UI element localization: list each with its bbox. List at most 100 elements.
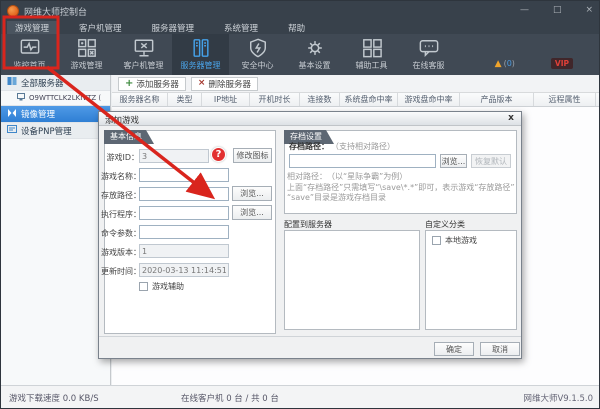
cancel-button[interactable]: 取消 xyxy=(480,342,520,356)
aux-tools-icon xyxy=(361,38,383,58)
sidebar-item-label: 镜像管理 xyxy=(21,108,55,120)
online-clients: 在线客户机 0 台 / 共 0 台 xyxy=(181,392,279,404)
menu-help[interactable]: 帮助 xyxy=(280,21,313,35)
cmd-params-label: 命令参数： xyxy=(101,228,139,239)
server-actionbar: + 添加服务器 × 删除服务器 xyxy=(112,75,599,93)
tool-game-management[interactable]: 游戏管理 xyxy=(58,34,115,75)
tool-client-management[interactable]: 客户机管理 xyxy=(115,34,172,75)
tool-label: 监控首页 xyxy=(14,60,46,71)
archive-browse-button[interactable]: 浏览... xyxy=(440,154,467,168)
relative-path-label: 相对路径： xyxy=(287,171,327,182)
warning-close: ) xyxy=(512,59,515,68)
col-uptime[interactable]: 开机时长 xyxy=(250,93,300,106)
checkbox-icon xyxy=(432,236,441,245)
col-server-name[interactable]: 服务器名称 xyxy=(112,93,168,106)
tool-online-service[interactable]: 在线客服 xyxy=(400,34,457,75)
local-game-label: 本地游戏 xyxy=(445,235,477,246)
archive-help-line2: “save”目录是游戏存档目录 xyxy=(287,192,386,203)
tool-aux-tools[interactable]: 辅助工具 xyxy=(343,34,400,75)
archive-path-hint: （支持相对路径） xyxy=(331,141,395,152)
tool-server-management[interactable]: 服务器管理 xyxy=(172,34,229,75)
tool-label: 基本设置 xyxy=(299,60,331,71)
add-server-button[interactable]: + 添加服务器 xyxy=(118,77,186,91)
sidebar-item-device-pnp[interactable]: 设备PNP管理 xyxy=(1,123,110,139)
update-time-label: 更新时间： xyxy=(101,266,139,277)
server-manage-icon xyxy=(190,38,212,58)
col-game-hit[interactable]: 游戏盘命中率 xyxy=(398,93,460,106)
menu-system-management[interactable]: 系统管理 xyxy=(216,21,266,35)
menu-game-management[interactable]: 游戏管理 xyxy=(7,21,57,35)
image-management-icon xyxy=(7,108,17,121)
dialog-separator xyxy=(99,336,521,337)
storage-path-field[interactable] xyxy=(139,187,229,201)
tool-label: 在线客服 xyxy=(413,60,445,71)
menu-server-management[interactable]: 服务器管理 xyxy=(144,21,203,35)
modify-icon-button[interactable]: 修改图标 xyxy=(233,148,272,163)
monitor-home-icon xyxy=(19,38,41,58)
game-id-field xyxy=(139,149,209,163)
tool-security-center[interactable]: 安全中心 xyxy=(229,34,286,75)
app-title: 网维大师控制台 xyxy=(24,5,87,18)
help-icon[interactable]: ? xyxy=(211,147,226,162)
archive-path-label: 存档路径： xyxy=(289,141,329,152)
menu-client-management[interactable]: 客户机管理 xyxy=(71,21,130,35)
game-manage-icon xyxy=(76,38,98,58)
download-speed: 游戏下载速度 0.0 KB/S xyxy=(9,392,99,404)
maximize-button[interactable]: □ xyxy=(553,4,562,16)
ok-button[interactable]: 确定 xyxy=(434,342,474,356)
deploy-servers-label: 配置到服务器 xyxy=(284,219,332,230)
dialog-title: 添加游戏 xyxy=(105,114,139,126)
relative-path-hint: （以“星际争霸”为例） xyxy=(327,171,407,182)
minimize-button[interactable]: — xyxy=(520,4,529,16)
basic-settings-icon xyxy=(304,38,326,58)
delete-icon: × xyxy=(198,79,206,88)
game-version-field xyxy=(139,244,229,258)
sidebar-item-all-servers[interactable]: 全部服务器 xyxy=(1,75,110,91)
app-logo-icon xyxy=(7,5,19,17)
archive-path-field[interactable] xyxy=(289,154,436,168)
warning-icon[interactable]: ▲ xyxy=(495,59,502,69)
add-game-dialog: 添加游戏 x 基本信息 游戏ID： ? 修改图标 游戏名称： 存放路径： 浏览.… xyxy=(98,111,522,359)
exec-browse-button[interactable]: 浏览... xyxy=(232,205,272,220)
col-connections[interactable]: 连接数 xyxy=(300,93,340,106)
delete-server-label: 删除服务器 xyxy=(208,78,251,90)
custom-category-label: 自定义分类 xyxy=(425,219,465,230)
app-version: 网维大师V9.1.5.0 xyxy=(523,392,593,404)
sidebar-item-label: O9WTTCLK2LKIVTZ ( xyxy=(29,94,101,102)
exec-program-field[interactable] xyxy=(139,206,229,220)
game-id-label: 游戏ID： xyxy=(101,152,139,163)
tool-label: 服务器管理 xyxy=(181,60,221,71)
col-product-version[interactable]: 产品版本 xyxy=(460,93,534,106)
local-game-checkbox[interactable]: 本地游戏 xyxy=(432,235,477,246)
vip-badge[interactable]: VIP xyxy=(551,58,573,69)
sidebar-item-server-node[interactable]: O9WTTCLK2LKIVTZ ( xyxy=(1,91,110,106)
tool-label: 游戏管理 xyxy=(71,60,103,71)
client-manage-icon xyxy=(133,38,155,58)
game-assist-checkbox[interactable]: 游戏辅助 xyxy=(139,281,184,292)
storage-browse-button[interactable]: 浏览... xyxy=(232,186,272,201)
add-server-label: 添加服务器 xyxy=(136,78,179,90)
cmd-params-field[interactable] xyxy=(139,225,229,239)
basic-info-tab: 基本信息 xyxy=(104,130,154,144)
sidebar: 全部服务器 O9WTTCLK2LKIVTZ ( 镜像管理 设备PNP管理 xyxy=(1,75,111,385)
device-pnp-icon xyxy=(7,124,17,137)
sidebar-item-image-management[interactable]: 镜像管理 xyxy=(1,106,110,123)
col-remote-attr[interactable]: 远程属性 xyxy=(534,93,596,106)
col-type[interactable]: 类型 xyxy=(168,93,202,106)
tool-monitor-home[interactable]: 监控首页 xyxy=(1,34,58,75)
col-sys-hit[interactable]: 系统盘命中率 xyxy=(340,93,398,106)
col-ip[interactable]: IP地址 xyxy=(202,93,250,106)
dialog-titlebar: 添加游戏 x xyxy=(99,112,521,126)
delete-server-button[interactable]: × 删除服务器 xyxy=(191,77,258,91)
tool-label: 辅助工具 xyxy=(356,60,388,71)
main-toolbar: 监控首页 游戏管理 客户机管理 xyxy=(1,34,600,75)
tool-basic-settings[interactable]: 基本设置 xyxy=(286,34,343,75)
game-version-label: 游戏版本： xyxy=(101,247,139,258)
deploy-servers-listbox[interactable] xyxy=(284,230,420,330)
server-table-header: 服务器名称 类型 IP地址 开机时长 连接数 系统盘命中率 游戏盘命中率 产品版… xyxy=(112,93,599,107)
close-button[interactable]: × xyxy=(585,4,593,16)
dialog-close-button[interactable]: x xyxy=(505,113,517,123)
game-name-field[interactable] xyxy=(139,168,229,182)
storage-path-label: 存放路径： xyxy=(101,190,139,201)
tool-label: 安全中心 xyxy=(242,60,274,71)
